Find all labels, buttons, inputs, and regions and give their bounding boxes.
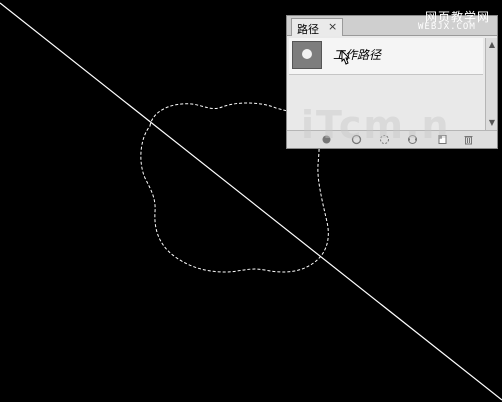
list-divider <box>289 74 483 75</box>
path-thumbnail <box>292 41 322 69</box>
scroll-up-icon[interactable]: ▲ <box>487 40 497 50</box>
tab-paths[interactable]: 路径 × <box>291 18 343 36</box>
watermark-logo: iTcm.n <box>301 103 451 147</box>
watermark-site-url: WEBJX.COM <box>418 22 476 32</box>
path-thumbnail-shape <box>302 49 312 59</box>
scroll-down-icon[interactable]: ▼ <box>487 118 497 128</box>
path-list-item[interactable]: 工作路径 <box>289 38 483 74</box>
panel-scrollbar[interactable]: ▲ ▼ <box>485 38 497 130</box>
delete-path-icon[interactable] <box>463 134 474 145</box>
tab-paths-label: 路径 <box>297 23 319 36</box>
hand-cursor-icon <box>341 50 351 65</box>
close-icon[interactable]: × <box>328 20 337 33</box>
